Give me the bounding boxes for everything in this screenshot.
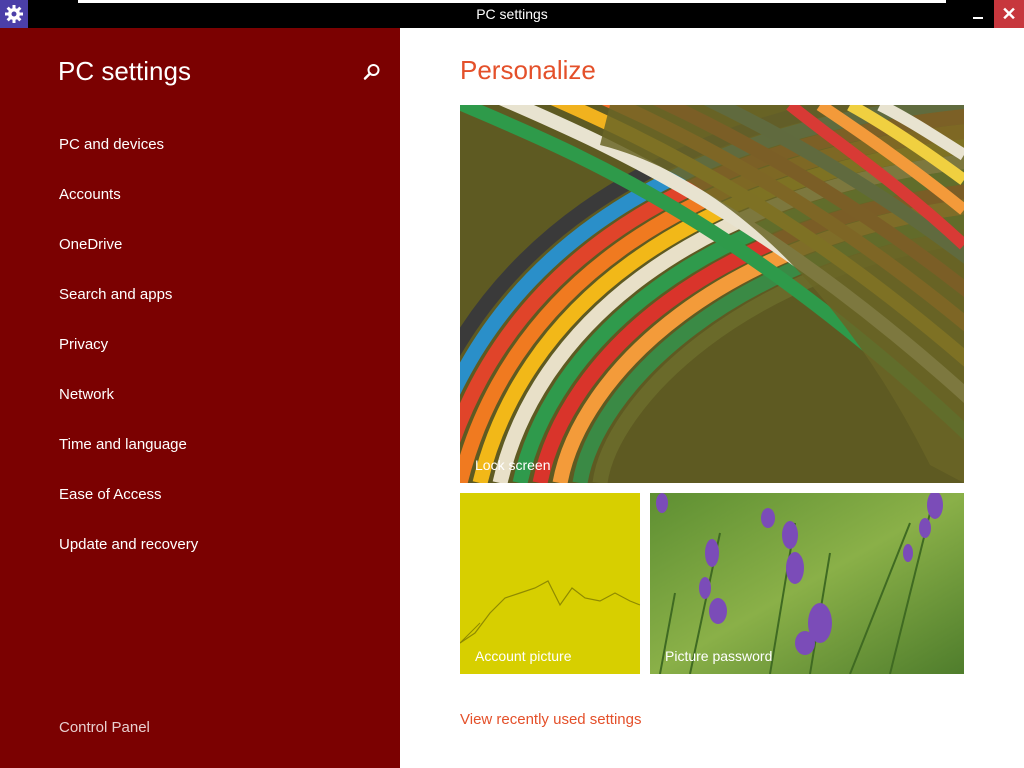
sidebar-item-pc-and-devices[interactable]: PC and devices: [59, 136, 164, 153]
account-picture-image: [460, 493, 640, 674]
title-bar: PC settings ✕: [0, 0, 1024, 28]
title-bar-highlight: [78, 0, 946, 3]
control-panel-link[interactable]: Control Panel: [59, 719, 150, 736]
page-title: Personalize: [460, 55, 596, 85]
sidebar-item-onedrive[interactable]: OneDrive: [59, 236, 122, 253]
sidebar: PC settings PC and devices Accounts OneD…: [0, 28, 400, 768]
sidebar-item-search-and-apps[interactable]: Search and apps: [59, 286, 172, 303]
sidebar-item-privacy[interactable]: Privacy: [59, 336, 108, 353]
picture-password-tile[interactable]: Picture password: [650, 493, 964, 674]
sidebar-item-update-and-recovery[interactable]: Update and recovery: [59, 536, 198, 553]
picture-password-image: [650, 493, 964, 674]
lock-screen-tile[interactable]: Lock screen: [460, 105, 964, 483]
picture-password-label: Picture password: [665, 648, 773, 664]
sidebar-item-accounts[interactable]: Accounts: [59, 186, 121, 203]
sidebar-title: PC settings: [58, 56, 191, 86]
view-recent-settings-link[interactable]: View recently used settings: [460, 711, 642, 728]
sidebar-item-time-and-language[interactable]: Time and language: [59, 436, 187, 453]
minimize-icon[interactable]: [964, 0, 992, 28]
account-picture-label: Account picture: [475, 648, 572, 664]
account-picture-tile[interactable]: Account picture: [460, 493, 640, 674]
lock-screen-image: [460, 105, 964, 483]
window-title: PC settings: [476, 6, 548, 22]
sidebar-item-ease-of-access[interactable]: Ease of Access: [59, 486, 162, 503]
close-icon[interactable]: ✕: [994, 0, 1024, 28]
search-icon[interactable]: [362, 62, 382, 82]
lock-screen-label: Lock screen: [475, 457, 551, 473]
sidebar-item-network[interactable]: Network: [59, 386, 114, 403]
